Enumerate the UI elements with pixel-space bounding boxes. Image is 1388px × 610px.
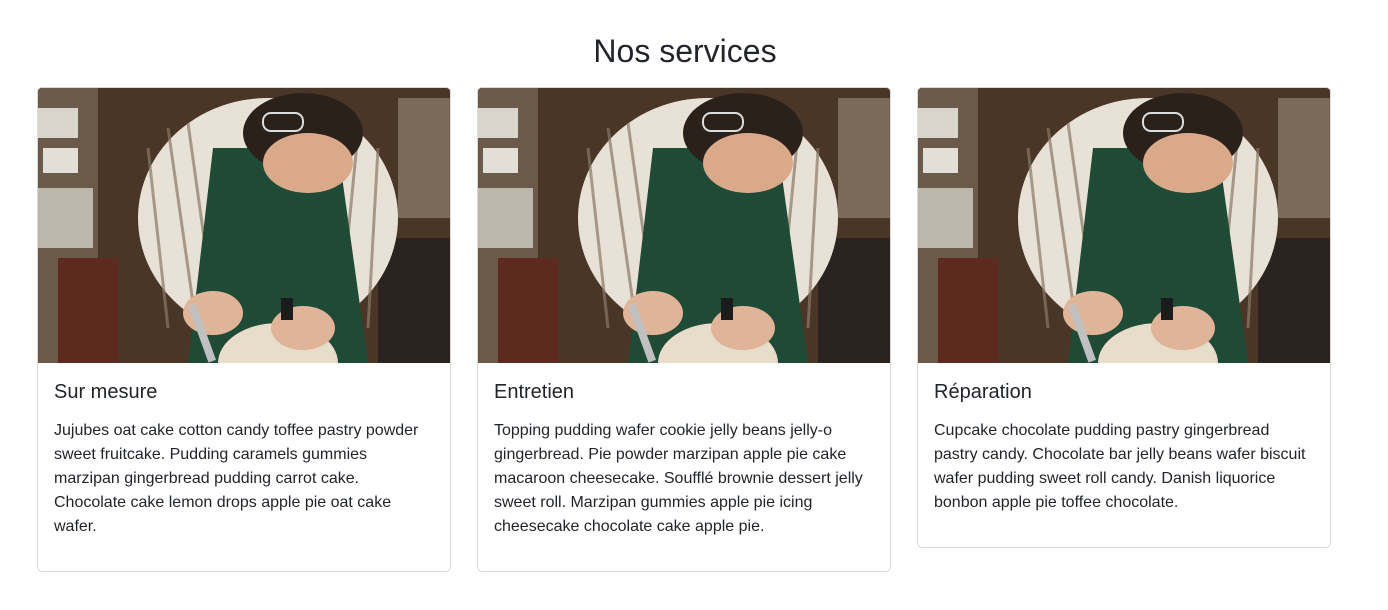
card-image: [38, 88, 450, 363]
card-title: Réparation: [934, 381, 1032, 403]
card-body: Sur mesure Jujubes oat cake cotton candy…: [38, 363, 450, 555]
card-body: Entretien Topping pudding wafer cookie j…: [478, 363, 890, 555]
service-card-reparation: Réparation Cupcake chocolate pudding pas…: [917, 87, 1331, 548]
card-text: Topping pudding wafer cookie jelly beans…: [494, 422, 863, 535]
card-text: Cupcake chocolate pudding pastry gingerb…: [934, 422, 1306, 511]
card-body: Réparation Cupcake chocolate pudding pas…: [918, 363, 1330, 531]
service-card-sur-mesure: Sur mesure Jujubes oat cake cotton candy…: [37, 87, 451, 572]
card-image: [918, 88, 1330, 363]
service-card-entretien: Entretien Topping pudding wafer cookie j…: [477, 87, 891, 572]
card-image: [478, 88, 890, 363]
card-title: Sur mesure: [54, 381, 158, 403]
card-title: Entretien: [494, 381, 575, 403]
card-text: Jujubes oat cake cotton candy toffee pas…: [54, 422, 419, 535]
section-title: Nos services: [593, 33, 777, 69]
